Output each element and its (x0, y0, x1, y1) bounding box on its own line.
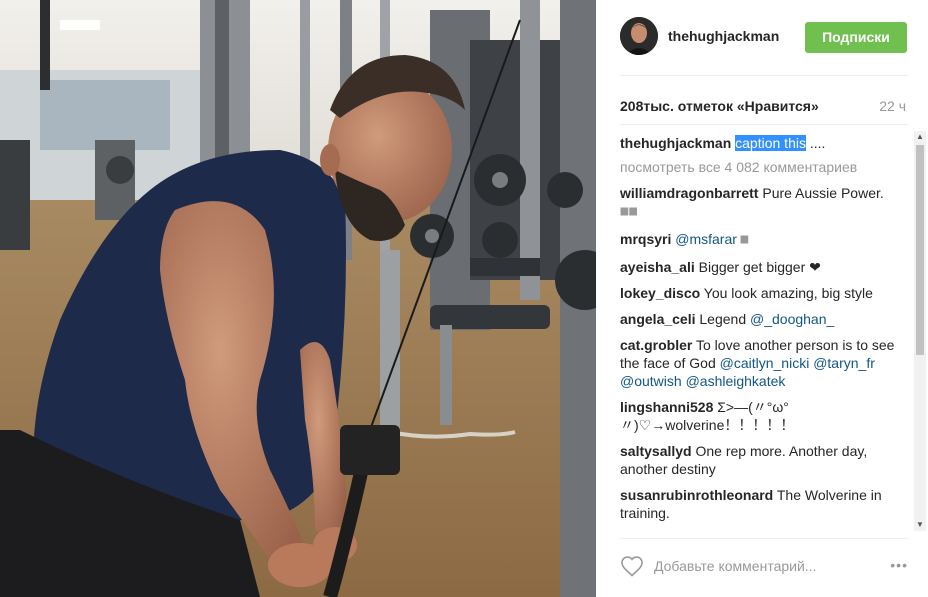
list-item: angela_celi Legend @_dooghan_ (620, 310, 912, 328)
comment-username[interactable]: mrqsyri (620, 231, 671, 247)
list-item: ayeisha_ali Bigger get bigger ❤ (620, 258, 912, 276)
comment-username[interactable]: saltysallyd (620, 443, 692, 459)
comment-username[interactable]: thehughjackman (620, 135, 731, 151)
post-header: thehughjackman Подписки (596, 0, 928, 75)
scroll-down-arrow-icon[interactable]: ▼ (914, 519, 926, 531)
gym-photo-illustration (0, 0, 596, 597)
follow-button[interactable]: Подписки (805, 22, 907, 53)
comment-text: Pure Aussie Power. (758, 185, 884, 201)
likes-count[interactable]: 208тыс. отметок «Нравится» (620, 98, 819, 114)
comment-mention[interactable]: @_dooghan_ (750, 311, 834, 327)
caption: thehughjackman caption this .... (620, 134, 912, 152)
scroll-thumb[interactable] (916, 145, 924, 355)
comment-username[interactable]: ayeisha_ali (620, 259, 695, 275)
comments-list: thehughjackman caption this .... посмотр… (620, 126, 912, 531)
comment-username[interactable]: williamdragonbarrett (620, 185, 758, 201)
comment-username[interactable]: lingshanni528 (620, 399, 713, 415)
comment-username[interactable]: angela_celi (620, 311, 696, 327)
comment-username[interactable]: lokey_disco (620, 285, 700, 301)
view-all-comments-link[interactable]: посмотреть все 4 082 комментариев (620, 158, 912, 176)
emoji-glyph: ⯀⯀ (620, 207, 638, 219)
list-item: lingshanni528 Σ>―(〃°ω°〃)♡→wolverine！！！！！ (620, 398, 912, 434)
caption-selected-text: caption this (735, 135, 806, 151)
post-details-panel: thehughjackman Подписки 208тыс. отметок … (596, 0, 928, 597)
emoji-glyph: ⯀ (736, 235, 749, 247)
list-item: susanrubinrothleonard The Wolverine in t… (620, 486, 912, 522)
list-item: mrqsyri @msfarar ⯀ (620, 230, 912, 250)
list-item: sandy_view ⯀ (620, 530, 912, 531)
add-comment-input[interactable] (654, 555, 854, 577)
caption-text: .... (805, 135, 826, 151)
post-username[interactable]: thehughjackman (668, 28, 779, 44)
heart-icon[interactable] (620, 555, 644, 577)
scroll-up-arrow-icon[interactable]: ▲ (914, 131, 926, 143)
divider (620, 75, 908, 76)
post-time[interactable]: 22 ч (879, 98, 906, 114)
list-item: cat.grobler To love another person is to… (620, 336, 912, 390)
list-item: lokey_disco You look amazing, big style (620, 284, 912, 302)
comment-mention[interactable]: @msfarar (671, 231, 737, 247)
post-photo[interactable] (0, 0, 596, 597)
avatar-image (620, 17, 658, 55)
avatar[interactable] (620, 17, 658, 55)
comment-username[interactable]: cat.grobler (620, 337, 692, 353)
comment-text: Bigger get bigger ❤ (694, 259, 821, 275)
instagram-post-view: thehughjackman Подписки 208тыс. отметок … (0, 0, 928, 597)
list-item: saltysallyd One rep more. Another day, a… (620, 442, 912, 478)
comments-scrollbar[interactable]: ▲ ▼ (914, 131, 926, 531)
comment-username[interactable]: susanrubinrothleonard (620, 487, 773, 503)
post-footer: ••• (596, 539, 928, 597)
list-item: williamdragonbarrett Pure Aussie Power. … (620, 184, 912, 222)
divider (620, 124, 908, 125)
more-options-icon[interactable]: ••• (890, 557, 908, 573)
comment-text: You look amazing, big style (700, 285, 873, 301)
comment-text: Legend (695, 311, 750, 327)
